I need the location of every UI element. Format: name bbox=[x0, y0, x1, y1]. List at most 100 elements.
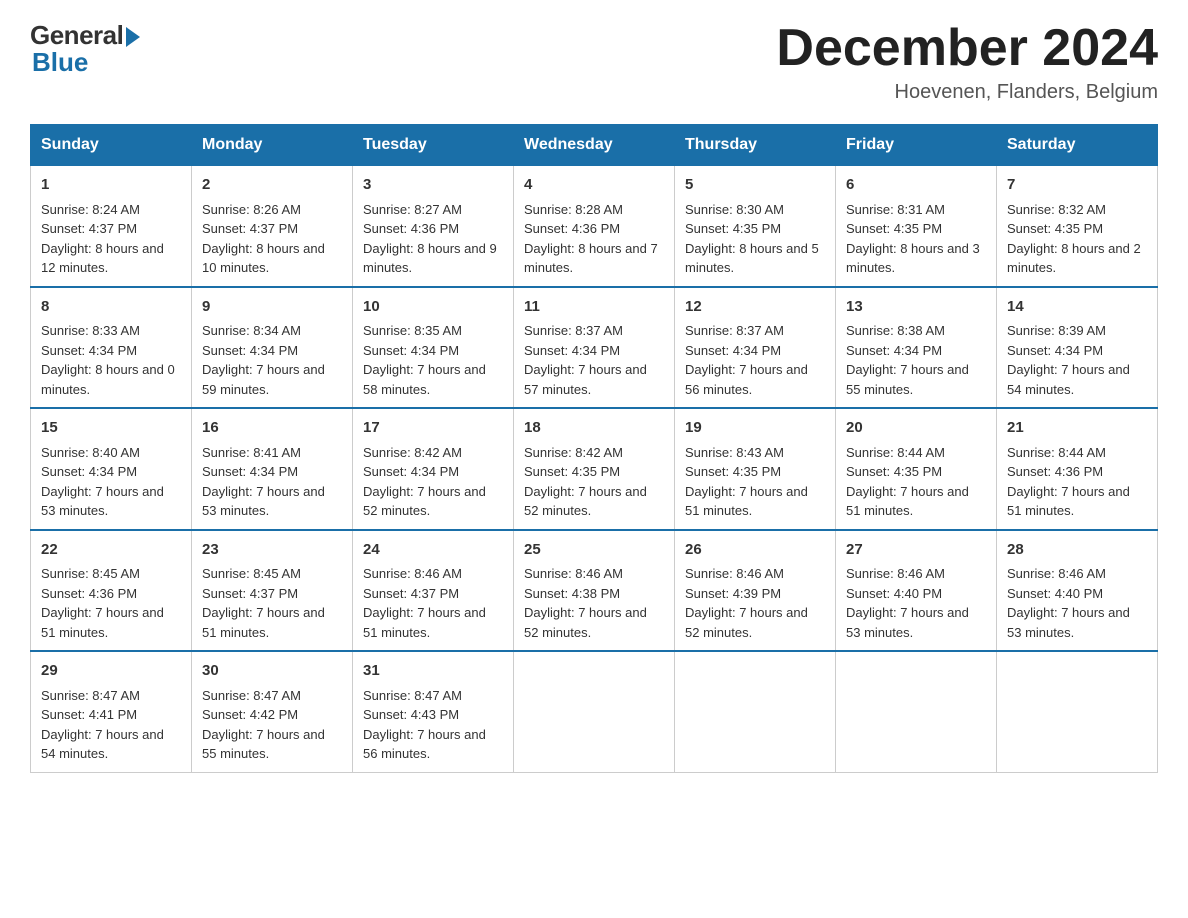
day-daylight: Daylight: 8 hours and 2 minutes. bbox=[1007, 241, 1141, 276]
day-daylight: Daylight: 7 hours and 51 minutes. bbox=[1007, 484, 1130, 519]
day-number: 7 bbox=[1007, 174, 1147, 197]
calendar-cell: 1 Sunrise: 8:24 AM Sunset: 4:37 PM Dayli… bbox=[31, 165, 192, 287]
day-number: 8 bbox=[41, 296, 181, 319]
day-number: 3 bbox=[363, 174, 503, 197]
day-sunrise: Sunrise: 8:37 AM bbox=[524, 323, 623, 338]
calendar-cell: 28 Sunrise: 8:46 AM Sunset: 4:40 PM Dayl… bbox=[997, 530, 1158, 652]
day-daylight: Daylight: 7 hours and 53 minutes. bbox=[846, 605, 969, 640]
day-number: 10 bbox=[363, 296, 503, 319]
weekday-header-sunday: Sunday bbox=[31, 125, 192, 165]
calendar-cell: 7 Sunrise: 8:32 AM Sunset: 4:35 PM Dayli… bbox=[997, 165, 1158, 287]
day-sunrise: Sunrise: 8:24 AM bbox=[41, 202, 140, 217]
day-daylight: Daylight: 8 hours and 3 minutes. bbox=[846, 241, 980, 276]
day-sunset: Sunset: 4:42 PM bbox=[202, 707, 298, 722]
day-daylight: Daylight: 8 hours and 5 minutes. bbox=[685, 241, 819, 276]
calendar-table: SundayMondayTuesdayWednesdayThursdayFrid… bbox=[30, 124, 1158, 773]
day-daylight: Daylight: 7 hours and 55 minutes. bbox=[202, 727, 325, 762]
day-number: 29 bbox=[41, 660, 181, 683]
day-daylight: Daylight: 7 hours and 59 minutes. bbox=[202, 362, 325, 397]
day-sunset: Sunset: 4:36 PM bbox=[1007, 464, 1103, 479]
day-sunrise: Sunrise: 8:42 AM bbox=[524, 445, 623, 460]
day-sunrise: Sunrise: 8:33 AM bbox=[41, 323, 140, 338]
day-sunset: Sunset: 4:38 PM bbox=[524, 586, 620, 601]
day-daylight: Daylight: 7 hours and 52 minutes. bbox=[524, 484, 647, 519]
calendar-cell: 2 Sunrise: 8:26 AM Sunset: 4:37 PM Dayli… bbox=[192, 165, 353, 287]
day-daylight: Daylight: 7 hours and 51 minutes. bbox=[202, 605, 325, 640]
calendar-cell: 8 Sunrise: 8:33 AM Sunset: 4:34 PM Dayli… bbox=[31, 287, 192, 409]
day-sunset: Sunset: 4:37 PM bbox=[202, 586, 298, 601]
day-daylight: Daylight: 8 hours and 9 minutes. bbox=[363, 241, 497, 276]
day-daylight: Daylight: 7 hours and 53 minutes. bbox=[41, 484, 164, 519]
day-number: 20 bbox=[846, 417, 986, 440]
day-sunrise: Sunrise: 8:44 AM bbox=[846, 445, 945, 460]
day-sunrise: Sunrise: 8:47 AM bbox=[41, 688, 140, 703]
day-daylight: Daylight: 7 hours and 56 minutes. bbox=[363, 727, 486, 762]
day-sunrise: Sunrise: 8:39 AM bbox=[1007, 323, 1106, 338]
day-sunset: Sunset: 4:37 PM bbox=[41, 221, 137, 236]
calendar-cell: 20 Sunrise: 8:44 AM Sunset: 4:35 PM Dayl… bbox=[836, 408, 997, 530]
day-daylight: Daylight: 7 hours and 51 minutes. bbox=[41, 605, 164, 640]
calendar-cell: 17 Sunrise: 8:42 AM Sunset: 4:34 PM Dayl… bbox=[353, 408, 514, 530]
logo-blue-text: Blue bbox=[32, 47, 88, 78]
calendar-cell: 16 Sunrise: 8:41 AM Sunset: 4:34 PM Dayl… bbox=[192, 408, 353, 530]
calendar-cell: 18 Sunrise: 8:42 AM Sunset: 4:35 PM Dayl… bbox=[514, 408, 675, 530]
day-sunset: Sunset: 4:34 PM bbox=[524, 343, 620, 358]
day-sunrise: Sunrise: 8:46 AM bbox=[363, 566, 462, 581]
day-daylight: Daylight: 7 hours and 57 minutes. bbox=[524, 362, 647, 397]
calendar-cell: 5 Sunrise: 8:30 AM Sunset: 4:35 PM Dayli… bbox=[675, 165, 836, 287]
day-number: 14 bbox=[1007, 296, 1147, 319]
day-daylight: Daylight: 7 hours and 55 minutes. bbox=[846, 362, 969, 397]
day-number: 12 bbox=[685, 296, 825, 319]
day-daylight: Daylight: 7 hours and 54 minutes. bbox=[41, 727, 164, 762]
day-number: 2 bbox=[202, 174, 342, 197]
day-number: 25 bbox=[524, 539, 664, 562]
day-sunset: Sunset: 4:34 PM bbox=[1007, 343, 1103, 358]
day-number: 17 bbox=[363, 417, 503, 440]
calendar-week-row: 22 Sunrise: 8:45 AM Sunset: 4:36 PM Dayl… bbox=[31, 530, 1158, 652]
calendar-cell: 14 Sunrise: 8:39 AM Sunset: 4:34 PM Dayl… bbox=[997, 287, 1158, 409]
day-number: 11 bbox=[524, 296, 664, 319]
logo-arrow-icon bbox=[126, 27, 140, 47]
day-sunset: Sunset: 4:34 PM bbox=[846, 343, 942, 358]
calendar-cell: 21 Sunrise: 8:44 AM Sunset: 4:36 PM Dayl… bbox=[997, 408, 1158, 530]
weekday-header-wednesday: Wednesday bbox=[514, 125, 675, 165]
title-block: December 2024 Hoevenen, Flanders, Belgiu… bbox=[776, 20, 1158, 104]
weekday-header-row: SundayMondayTuesdayWednesdayThursdayFrid… bbox=[31, 125, 1158, 165]
day-sunrise: Sunrise: 8:46 AM bbox=[524, 566, 623, 581]
day-number: 6 bbox=[846, 174, 986, 197]
day-daylight: Daylight: 7 hours and 53 minutes. bbox=[1007, 605, 1130, 640]
day-sunset: Sunset: 4:40 PM bbox=[1007, 586, 1103, 601]
day-daylight: Daylight: 7 hours and 54 minutes. bbox=[1007, 362, 1130, 397]
calendar-week-row: 1 Sunrise: 8:24 AM Sunset: 4:37 PM Dayli… bbox=[31, 165, 1158, 287]
calendar-week-row: 29 Sunrise: 8:47 AM Sunset: 4:41 PM Dayl… bbox=[31, 651, 1158, 772]
day-daylight: Daylight: 7 hours and 58 minutes. bbox=[363, 362, 486, 397]
calendar-cell: 26 Sunrise: 8:46 AM Sunset: 4:39 PM Dayl… bbox=[675, 530, 836, 652]
calendar-week-row: 8 Sunrise: 8:33 AM Sunset: 4:34 PM Dayli… bbox=[31, 287, 1158, 409]
day-sunset: Sunset: 4:37 PM bbox=[363, 586, 459, 601]
day-number: 21 bbox=[1007, 417, 1147, 440]
day-sunset: Sunset: 4:34 PM bbox=[202, 464, 298, 479]
day-sunset: Sunset: 4:35 PM bbox=[846, 464, 942, 479]
day-sunrise: Sunrise: 8:45 AM bbox=[202, 566, 301, 581]
day-sunrise: Sunrise: 8:46 AM bbox=[685, 566, 784, 581]
day-sunrise: Sunrise: 8:31 AM bbox=[846, 202, 945, 217]
weekday-header-thursday: Thursday bbox=[675, 125, 836, 165]
calendar-cell: 11 Sunrise: 8:37 AM Sunset: 4:34 PM Dayl… bbox=[514, 287, 675, 409]
day-sunset: Sunset: 4:35 PM bbox=[1007, 221, 1103, 236]
day-daylight: Daylight: 7 hours and 51 minutes. bbox=[363, 605, 486, 640]
day-number: 22 bbox=[41, 539, 181, 562]
location-text: Hoevenen, Flanders, Belgium bbox=[776, 81, 1158, 104]
day-number: 28 bbox=[1007, 539, 1147, 562]
day-sunrise: Sunrise: 8:42 AM bbox=[363, 445, 462, 460]
day-sunrise: Sunrise: 8:27 AM bbox=[363, 202, 462, 217]
day-sunset: Sunset: 4:37 PM bbox=[202, 221, 298, 236]
day-sunset: Sunset: 4:34 PM bbox=[202, 343, 298, 358]
calendar-cell: 6 Sunrise: 8:31 AM Sunset: 4:35 PM Dayli… bbox=[836, 165, 997, 287]
day-number: 13 bbox=[846, 296, 986, 319]
day-sunrise: Sunrise: 8:46 AM bbox=[846, 566, 945, 581]
day-sunset: Sunset: 4:41 PM bbox=[41, 707, 137, 722]
day-sunset: Sunset: 4:35 PM bbox=[846, 221, 942, 236]
day-sunrise: Sunrise: 8:28 AM bbox=[524, 202, 623, 217]
day-number: 15 bbox=[41, 417, 181, 440]
day-sunrise: Sunrise: 8:44 AM bbox=[1007, 445, 1106, 460]
